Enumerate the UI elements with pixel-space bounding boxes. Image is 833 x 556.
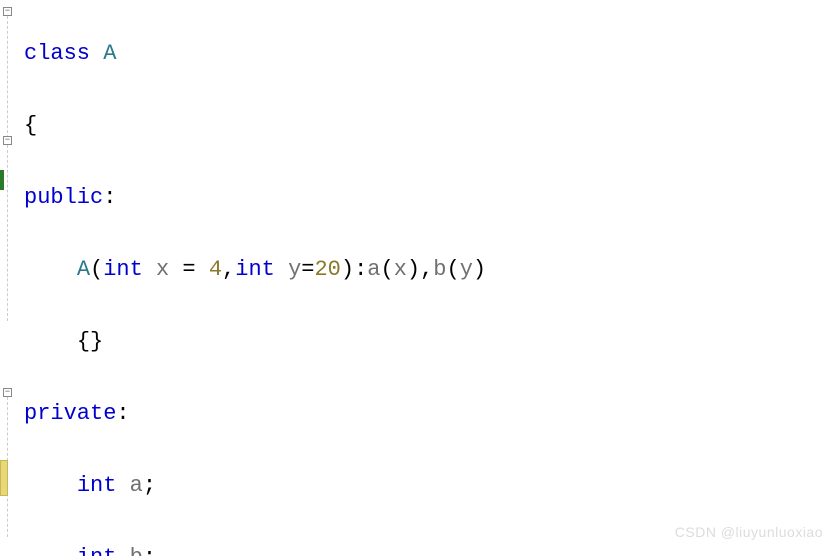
- watermark: CSDN @liuyunluoxiao: [675, 514, 823, 550]
- fold-minus-icon[interactable]: −: [3, 388, 12, 397]
- code-line: private:: [24, 396, 833, 432]
- code-line: {: [24, 108, 833, 144]
- gutter: − − −: [0, 0, 16, 556]
- code-line: A(int x = 4,int y=20):a(x),b(y): [24, 252, 833, 288]
- code-line: class A: [24, 36, 833, 72]
- code-line: public:: [24, 180, 833, 216]
- fold-minus-icon[interactable]: −: [3, 136, 12, 145]
- code-editor: − − − class A { public: A(int x = 4,int …: [0, 0, 833, 556]
- fold-minus-icon[interactable]: −: [3, 7, 12, 16]
- code-line: {}: [24, 324, 833, 360]
- code-area[interactable]: class A { public: A(int x = 4,int y=20):…: [16, 0, 833, 556]
- code-line: int a;: [24, 468, 833, 504]
